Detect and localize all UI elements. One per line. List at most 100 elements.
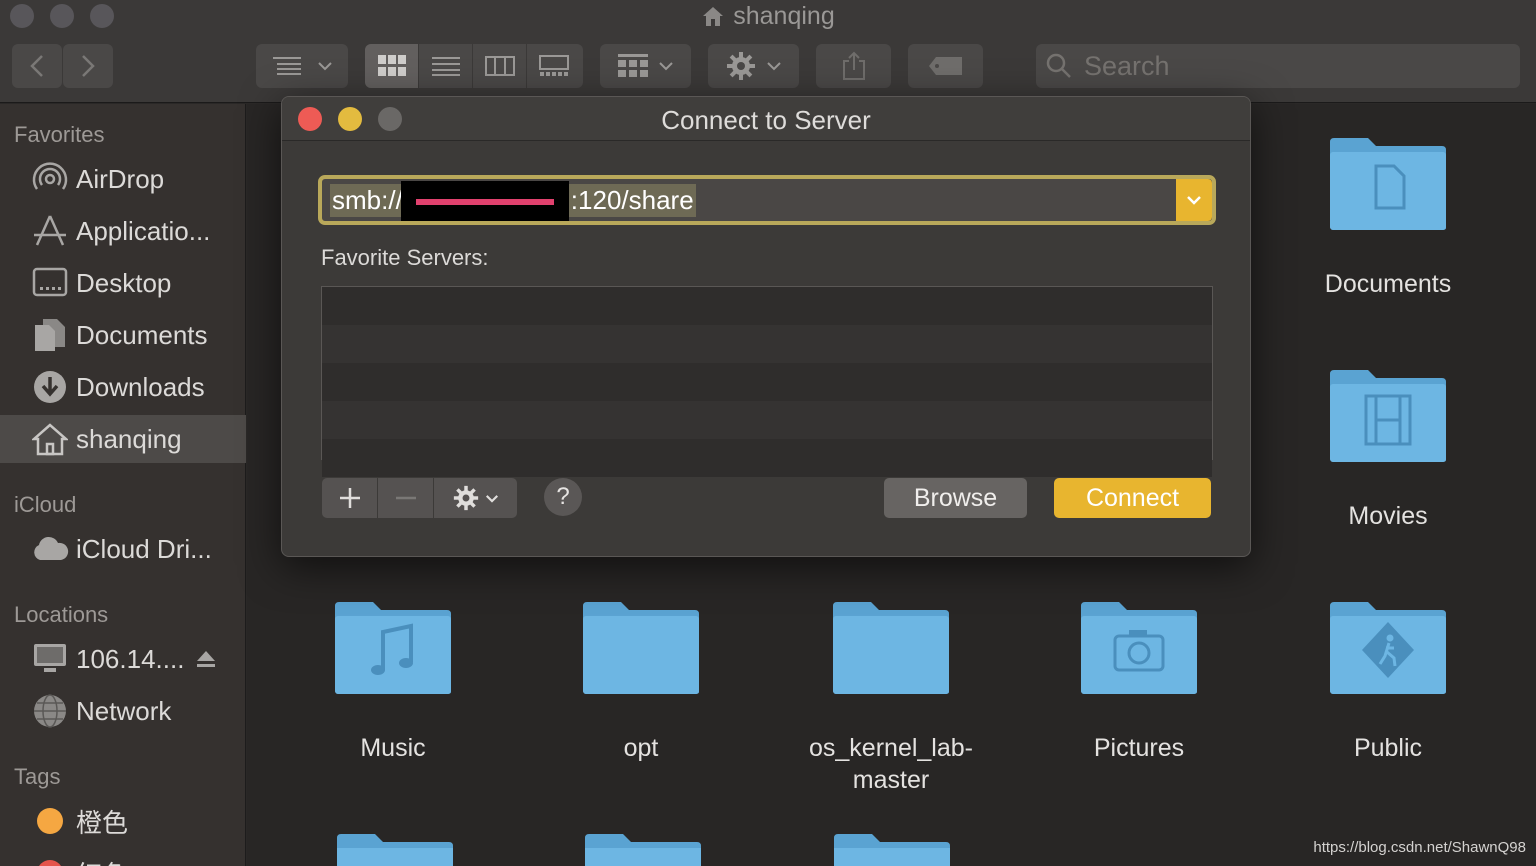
chevron-left-icon [30, 55, 43, 77]
arrange-button[interactable] [600, 44, 691, 88]
folder-opt[interactable]: opt [556, 600, 726, 764]
finder-toolbar: shanqing [0, 0, 1536, 103]
dialog-titlebar: Connect to Server [282, 97, 1250, 141]
chevron-down-icon [766, 62, 781, 71]
connect-button[interactable]: Connect [1054, 478, 1211, 518]
add-server-button[interactable] [322, 478, 378, 518]
download-icon [30, 367, 70, 407]
forward-button[interactable] [63, 44, 113, 88]
favorite-servers-list[interactable] [321, 286, 1213, 477]
folder-label: Music [360, 734, 426, 762]
recent-servers-dropdown[interactable] [1176, 179, 1212, 221]
help-button[interactable]: ? [544, 478, 582, 516]
sidebar-header-favorites: Favorites [14, 122, 105, 147]
share-icon [842, 51, 865, 80]
column-view-button[interactable] [473, 44, 527, 88]
chevron-down-icon [318, 62, 332, 71]
sidebar-item-shanqing[interactable]: shanqing [0, 415, 246, 463]
list-item[interactable] [322, 325, 1212, 363]
folder-os-kernel-lab-master[interactable]: os_kernel_lab-master [806, 600, 976, 796]
list-item[interactable] [322, 363, 1212, 401]
desktop-icon [30, 263, 70, 303]
folder-icon[interactable] [832, 832, 950, 866]
cloud-icon [30, 529, 70, 569]
folder-icon[interactable] [335, 832, 453, 866]
chevron-down-icon [1187, 196, 1201, 205]
search-field[interactable] [1036, 44, 1520, 88]
sidebar-item-label: Applicatio... [76, 215, 211, 246]
columns-icon [484, 56, 515, 76]
sidebar-item-label: Desktop [76, 267, 172, 298]
sidebar-item-tag-red[interactable]: 红色 [0, 849, 246, 866]
view-mode-control [365, 44, 583, 88]
gallery-view-button[interactable] [527, 44, 581, 88]
folder-icon[interactable] [583, 832, 701, 866]
sidebar-item-server[interactable]: 106.14.... [0, 635, 246, 683]
sidebar-item-tag-orange[interactable]: 橙色 [0, 797, 246, 845]
folder-public[interactable]: Public [1303, 600, 1473, 764]
folder-label: opt [623, 734, 659, 762]
server-address-field[interactable]: smb://:120/share [318, 175, 1216, 225]
gear-icon [453, 485, 478, 511]
tags-button[interactable] [908, 44, 983, 88]
folder-music[interactable]: Music [308, 600, 478, 764]
back-button[interactable] [12, 44, 62, 88]
arrange-grid-icon [617, 54, 648, 77]
sidebar-item-label: 红色 [76, 855, 128, 866]
sidebar-item-icloud-drive[interactable]: iCloud Dri... [0, 525, 246, 573]
window-title: shanqing [0, 2, 1536, 31]
list-view-button[interactable] [419, 44, 473, 88]
sidebar-item-label: Network [76, 695, 172, 726]
sidebar-item-downloads[interactable]: Downloads [0, 363, 246, 411]
minus-icon [395, 496, 416, 500]
sidebar-item-documents[interactable]: Documents [0, 311, 246, 359]
search-input[interactable] [1084, 50, 1484, 82]
sidebar-header-icloud: iCloud [14, 492, 77, 517]
airdrop-icon [30, 159, 70, 199]
folder-label: Pictures [1093, 734, 1185, 762]
gear-icon [726, 52, 755, 80]
sidebar-item-label: Documents [76, 319, 208, 350]
globe-icon [30, 691, 70, 731]
folder-pictures[interactable]: Pictures [1054, 600, 1224, 764]
browse-button[interactable]: Browse [884, 478, 1027, 518]
search-icon [1046, 53, 1071, 78]
action-button[interactable] [708, 44, 799, 88]
share-button[interactable] [816, 44, 891, 88]
folder-icon [831, 600, 951, 696]
sidebar-item-applications[interactable]: Applicatio... [0, 207, 246, 255]
folder-label: Movies [1348, 502, 1428, 530]
eject-icon[interactable] [196, 650, 216, 668]
sidebar: Favorites AirDrop Applicatio... Desktop … [0, 104, 246, 866]
list-item[interactable] [322, 287, 1212, 325]
sidebar-item-desktop[interactable]: Desktop [0, 259, 246, 307]
list-item[interactable] [322, 401, 1212, 439]
list-controls [322, 478, 517, 518]
folder-icon [581, 600, 701, 696]
sidebar-item-label: shanqing [76, 423, 182, 454]
list-item[interactable] [322, 439, 1212, 477]
server-address-value: smb://:120/share [330, 180, 696, 221]
server-options-button[interactable] [434, 478, 517, 518]
folder-movies[interactable]: Movies [1303, 368, 1473, 532]
document-icon [30, 315, 70, 355]
sidebar-item-label: 106.14.... [76, 643, 185, 674]
folder-documents[interactable]: Documents [1303, 136, 1473, 300]
computer-icon [30, 639, 70, 679]
sidebar-item-label: Downloads [76, 371, 205, 402]
group-by-button[interactable] [256, 44, 348, 88]
applications-icon [30, 211, 70, 251]
sidebar-item-airdrop[interactable]: AirDrop [0, 155, 246, 203]
dialog-title: Connect to Server [661, 105, 871, 135]
sidebar-header-tags: Tags [14, 764, 61, 789]
camera-folder-icon [1079, 600, 1199, 696]
sidebar-item-label: 橙色 [76, 807, 129, 838]
remove-server-button[interactable] [378, 478, 434, 518]
connect-to-server-dialog: Connect to Server smb://:120/share Favor… [281, 96, 1251, 557]
sidebar-item-network[interactable]: Network [0, 687, 246, 735]
icon-view-button[interactable] [365, 44, 419, 88]
home-icon [30, 419, 70, 459]
film-folder-icon [1328, 368, 1448, 464]
sidebar-item-label: iCloud Dri... [76, 533, 212, 564]
favorite-servers-label: Favorite Servers: [321, 245, 489, 270]
